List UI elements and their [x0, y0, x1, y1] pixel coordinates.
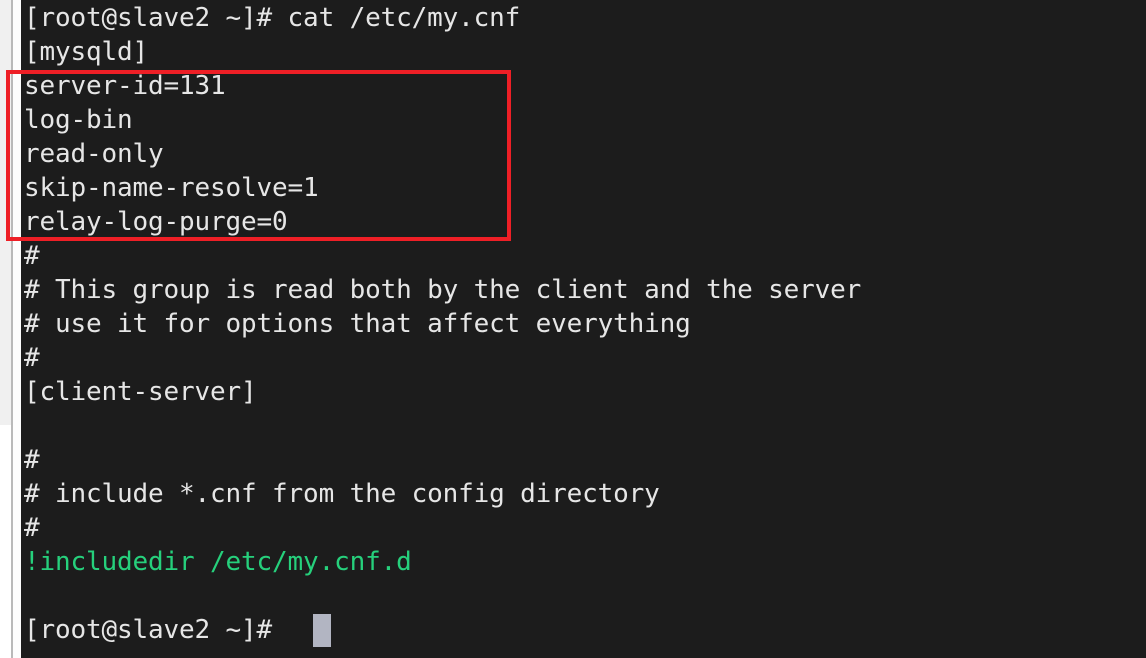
terminal-line: # — [24, 343, 40, 373]
terminal-line: log-bin — [24, 105, 133, 135]
window-left-gutter-notch — [0, 425, 11, 658]
terminal-line: [root@slave2 ~]# cat /etc/my.cnf — [24, 3, 521, 33]
terminal-line: # include *.cnf from the config director… — [24, 479, 660, 509]
terminal-line: # — [24, 241, 40, 271]
terminal-line: read-only — [24, 139, 164, 169]
terminal-line: skip-name-resolve=1 — [24, 173, 319, 203]
terminal-line: # — [24, 445, 40, 475]
terminal-line: [client-server] — [24, 377, 257, 407]
terminal-line: # This group is read both by the client … — [24, 275, 862, 305]
terminal-line: !includedir /etc/my.cnf.d — [24, 547, 412, 577]
terminal-output-area[interactable]: [root@slave2 ~]# cat /etc/my.cnf [mysqld]… — [21, 0, 1146, 658]
window-gutter-inner-rail — [13, 0, 21, 658]
terminal-window: [root@slave2 ~]# cat /etc/my.cnf [mysqld]… — [0, 0, 1146, 658]
terminal-line: relay-log-purge=0 — [24, 207, 288, 237]
terminal-line: # use it for options that affect everyth… — [24, 309, 691, 339]
terminal-line: server-id=131 — [24, 71, 226, 101]
terminal-line: # — [24, 513, 40, 543]
terminal-line: [root@slave2 ~]# — [24, 615, 288, 645]
text-cursor — [313, 614, 331, 647]
terminal-line: [mysqld] — [24, 37, 149, 67]
